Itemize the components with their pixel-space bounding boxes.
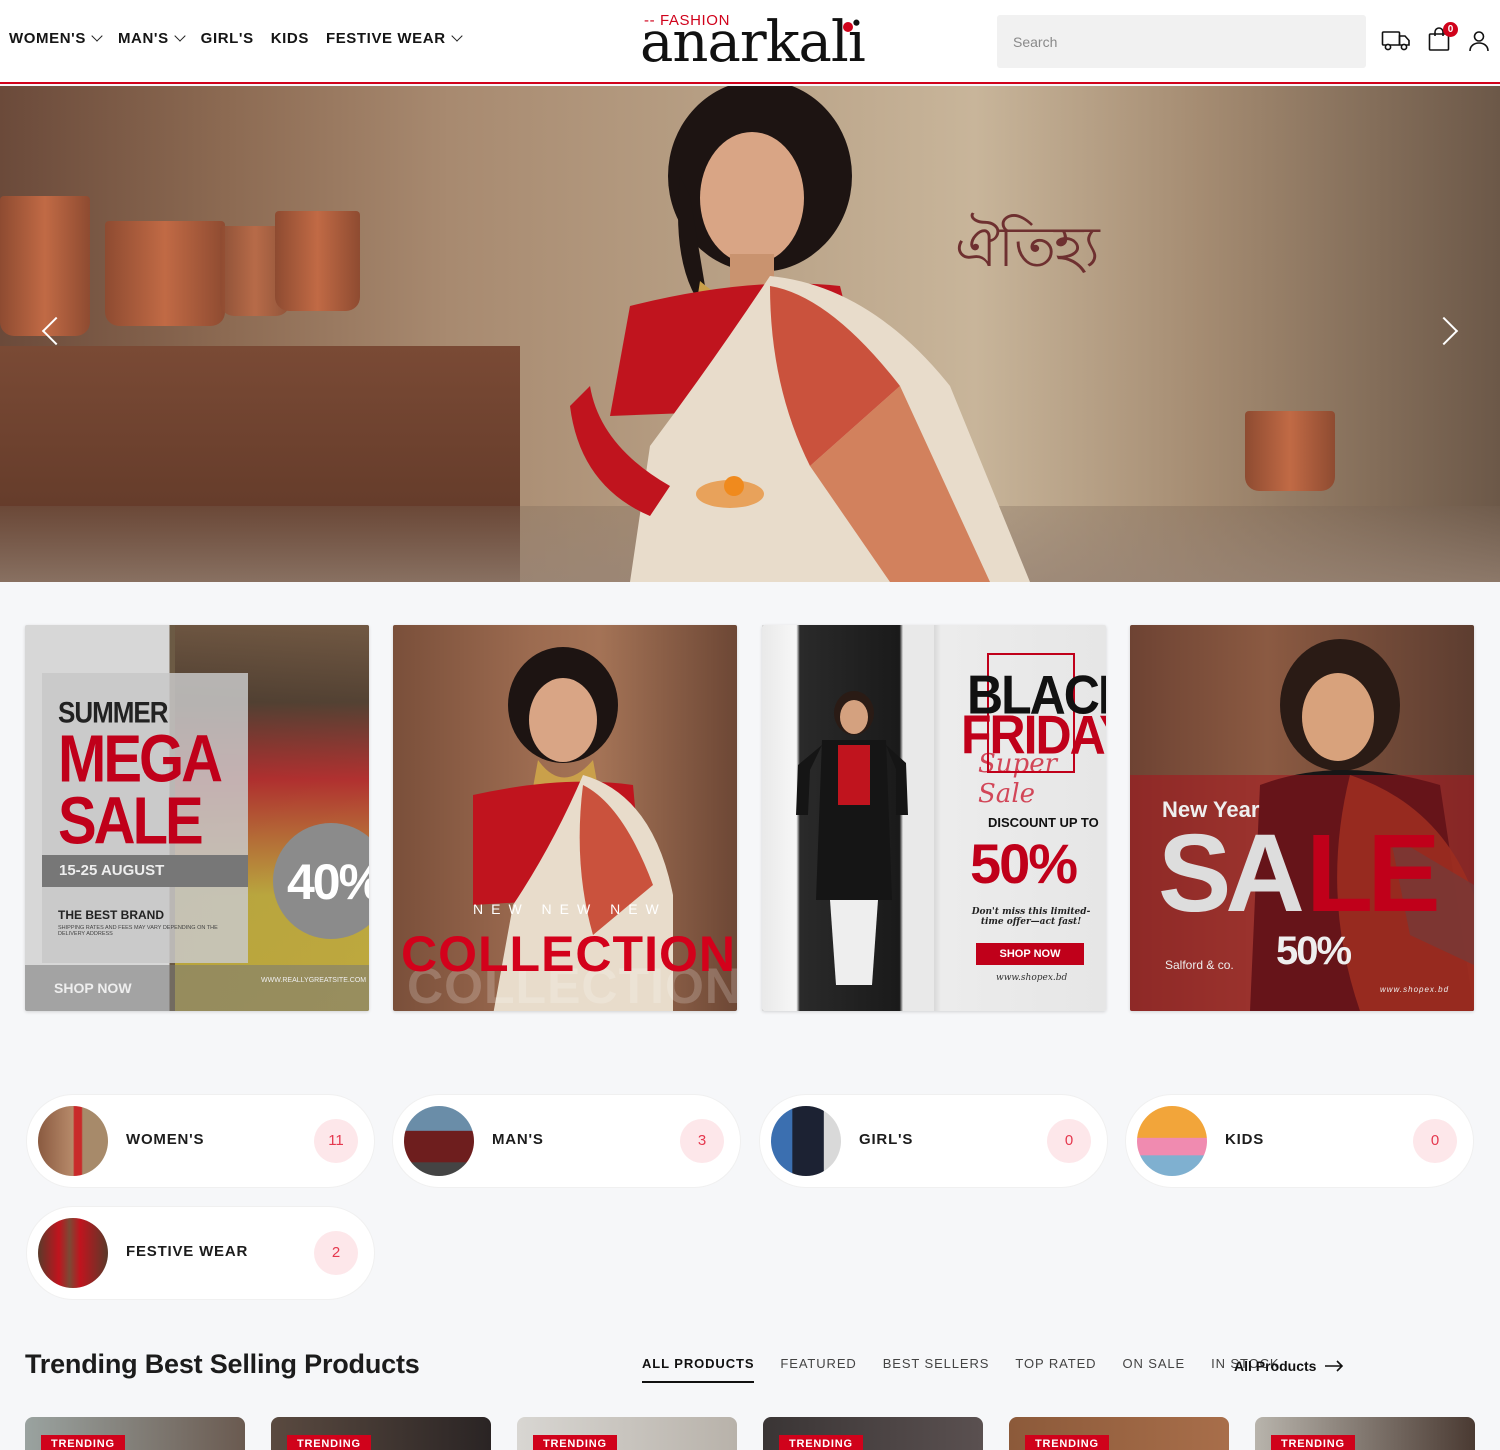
banner-title: LE — [1306, 812, 1441, 935]
arrow-right-icon — [1325, 1360, 1344, 1372]
banner-discount: 50% — [1276, 929, 1352, 973]
chevron-down-icon — [174, 30, 186, 42]
category-festive-wear[interactable]: FESTIVE WEAR 2 — [27, 1207, 374, 1299]
banner-note: Don't miss this limited-time offer—act f… — [971, 907, 1091, 927]
search-input[interactable] — [997, 15, 1366, 68]
product-filter-tabs: ALL PRODUCTS FEATURED BEST SELLERS TOP R… — [642, 1356, 1279, 1383]
banner-discount-label: DISCOUNT UP TO — [988, 815, 1099, 830]
banner-script: Super Sale — [978, 749, 1058, 809]
hero-script-text: ঐতিহ্য — [955, 215, 1100, 280]
tab-featured[interactable]: FEATURED — [780, 1356, 856, 1383]
product-card[interactable]: TRENDING — [1009, 1417, 1229, 1450]
nav-item-mans[interactable]: MAN'S — [117, 30, 186, 47]
nav-label: WOMEN'S — [9, 30, 86, 47]
category-girls[interactable]: GIRL'S 0 — [760, 1095, 1107, 1187]
nav-label: KIDS — [270, 30, 309, 47]
category-avatar — [771, 1106, 841, 1176]
promo-banner-black-friday[interactable]: BLACK FRIDAY Super Sale DISCOUNT UP TO 5… — [762, 625, 1106, 1011]
banner-brand: THE BEST BRAND — [58, 908, 165, 922]
nav-item-kids[interactable]: KIDS — [271, 30, 309, 47]
cart-count-badge: 0 — [1443, 22, 1458, 37]
nav-item-festive-wear[interactable]: FESTIVE WEAR — [325, 30, 463, 47]
chevron-down-icon — [450, 30, 463, 42]
category-name: WOMEN'S — [126, 1131, 205, 1148]
banner-title: COLLECTION — [401, 926, 736, 982]
category-count: 2 — [314, 1231, 358, 1275]
chevron-down-icon — [91, 30, 103, 42]
category-avatar — [38, 1218, 108, 1288]
category-avatar — [1137, 1106, 1207, 1176]
truck-icon[interactable] — [1381, 28, 1411, 57]
banner-cta[interactable]: SHOP NOW — [976, 943, 1084, 965]
banner-discount: 50% — [970, 832, 1078, 895]
category-count: 0 — [1413, 1119, 1457, 1163]
nav-label: MAN'S — [117, 30, 169, 47]
promo-banner-summer-sale[interactable]: SUMMER MEGA SALE 15-25 AUGUST THE BEST B… — [25, 625, 369, 1011]
tab-on-sale[interactable]: ON SALE — [1122, 1356, 1185, 1383]
hero-model-image — [570, 86, 1030, 582]
hero-slider: ঐতিহ্য — [0, 86, 1500, 582]
banner-url: www.shopex.bd — [996, 973, 1068, 983]
site-header: WOMEN'S MAN'S GIRL'S KIDS FESTIVE WEAR -… — [0, 0, 1500, 84]
banner-discount: 40% — [287, 854, 369, 910]
banner-model-image — [796, 691, 908, 985]
trending-badge: TRENDING — [1025, 1435, 1109, 1450]
chevron-right-icon[interactable] — [1429, 316, 1459, 346]
category-name: GIRL'S — [859, 1131, 914, 1148]
category-name: MAN'S — [492, 1131, 544, 1148]
banner-url: www.shopex.bd — [1380, 985, 1450, 994]
category-name: FESTIVE WEAR — [126, 1243, 249, 1260]
product-card[interactable]: TRENDING — [1255, 1417, 1475, 1450]
all-products-label: All Products — [1234, 1358, 1317, 1374]
category-avatar — [404, 1106, 474, 1176]
promo-banner-new-collection[interactable]: NEW NEW NEW COLLECTION COLLECTION — [393, 625, 737, 1011]
banner-cta[interactable]: SHOP NOW — [54, 980, 132, 996]
site-logo[interactable]: -- FASHION anarkali — [640, 10, 870, 76]
category-womens[interactable]: WOMEN'S 11 — [27, 1095, 374, 1187]
user-icon[interactable] — [1468, 30, 1490, 57]
category-mans[interactable]: MAN'S 3 — [393, 1095, 740, 1187]
banner-url: WWW.REALLYGREATSITE.COM — [261, 977, 367, 984]
trending-badge: TRENDING — [287, 1435, 371, 1450]
nav-label: GIRL'S — [200, 30, 254, 47]
banner-fine-print: SHIPPING RATES AND FEES MAY VARY DEPENDI… — [58, 925, 218, 937]
product-card[interactable]: TRENDING — [271, 1417, 491, 1450]
promo-banner-new-year-sale[interactable]: New Year SA LE Salford & co. 50% www.sho… — [1130, 625, 1474, 1011]
tab-best-sellers[interactable]: BEST SELLERS — [883, 1356, 990, 1383]
logo-name: anarkali — [640, 10, 866, 75]
nav-item-girls[interactable]: GIRL'S — [201, 30, 254, 47]
trending-badge: TRENDING — [41, 1435, 125, 1450]
nav-label: FESTIVE WEAR — [325, 30, 446, 47]
trending-badge: TRENDING — [779, 1435, 863, 1450]
section-title: Trending Best Selling Products — [25, 1349, 420, 1379]
category-count: 0 — [1047, 1119, 1091, 1163]
product-card[interactable]: TRENDING — [25, 1417, 245, 1450]
category-avatar — [38, 1106, 108, 1176]
category-count: 11 — [314, 1119, 358, 1163]
hero-flower-pot — [0, 196, 90, 336]
main-nav: WOMEN'S MAN'S GIRL'S KIDS FESTIVE WEAR — [9, 30, 463, 47]
hero-flower-pot — [1245, 411, 1335, 491]
hero-flower-pot — [275, 211, 360, 311]
logo-dot — [843, 22, 853, 32]
category-count: 3 — [680, 1119, 724, 1163]
nav-item-womens[interactable]: WOMEN'S — [9, 30, 103, 47]
trending-badge: TRENDING — [533, 1435, 617, 1450]
tab-all-products[interactable]: ALL PRODUCTS — [642, 1356, 755, 1383]
banner-kicker: NEW NEW NEW — [473, 901, 667, 917]
trending-badge: TRENDING — [1271, 1435, 1355, 1450]
banner-cta-bar: SHOP NOW — [25, 965, 369, 1011]
banner-brand: Salford & co. — [1165, 958, 1234, 972]
all-products-link[interactable]: All Products — [1234, 1358, 1344, 1374]
product-card[interactable]: TRENDING — [517, 1417, 737, 1450]
product-card[interactable]: TRENDING — [763, 1417, 983, 1450]
tab-top-rated[interactable]: TOP RATED — [1015, 1356, 1096, 1383]
hero-flower-pot — [105, 221, 225, 326]
banner-title: SA — [1158, 812, 1305, 935]
category-kids[interactable]: KIDS 0 — [1126, 1095, 1473, 1187]
banner-date: 15-25 AUGUST — [42, 855, 248, 887]
banner-headline: SALE — [58, 783, 204, 859]
category-name: KIDS — [1225, 1131, 1265, 1148]
